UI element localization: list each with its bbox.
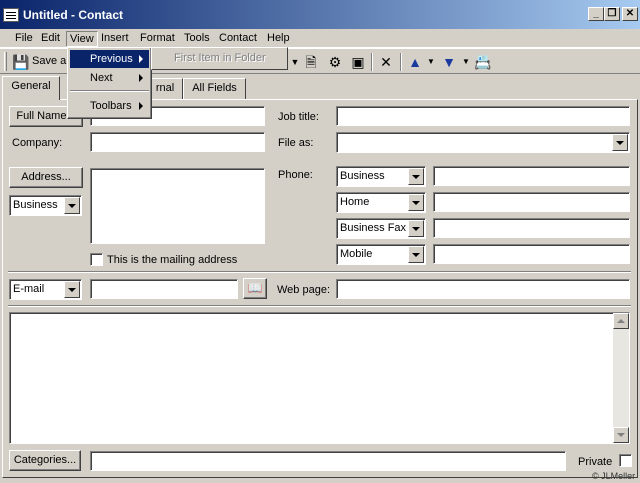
business-phone-field[interactable] bbox=[433, 166, 630, 186]
submenu-arrow-icon bbox=[139, 55, 143, 63]
categories-button[interactable]: Categories... bbox=[9, 450, 81, 471]
private-checkbox[interactable] bbox=[619, 454, 632, 467]
phone-type-value: Business Fax bbox=[340, 222, 407, 234]
phone-type-value: Business bbox=[340, 170, 385, 182]
scroll-down-button[interactable] bbox=[613, 427, 629, 443]
menu-item-toolbars[interactable]: Toolbars bbox=[70, 97, 149, 115]
phone-label: Phone: bbox=[278, 169, 313, 181]
close-button[interactable]: ✕ bbox=[622, 7, 638, 21]
menu-edit[interactable]: Edit bbox=[38, 31, 63, 47]
menu-view[interactable]: View bbox=[66, 31, 98, 47]
save-button[interactable]: Save a bbox=[32, 55, 66, 67]
menu-item-next[interactable]: Next bbox=[70, 69, 149, 87]
restore-button[interactable]: ❐ bbox=[604, 7, 620, 21]
chevron-down-icon[interactable] bbox=[612, 134, 628, 151]
categories-field[interactable] bbox=[90, 451, 566, 471]
address-field[interactable] bbox=[90, 168, 265, 244]
menu-file[interactable]: File bbox=[12, 31, 36, 47]
title-bar[interactable]: Untitled - Contact _ ❐ ✕ bbox=[0, 0, 640, 29]
contact-card-icon bbox=[3, 7, 19, 22]
private-label: Private bbox=[578, 456, 613, 468]
toolbar-separator bbox=[371, 53, 373, 71]
menu-format[interactable]: Format bbox=[137, 31, 178, 47]
email-type-select[interactable]: E-mail bbox=[9, 279, 82, 300]
chevron-down-icon[interactable] bbox=[64, 197, 80, 214]
minimize-button[interactable]: _ bbox=[588, 7, 604, 21]
business-fax-field[interactable] bbox=[433, 218, 630, 238]
phone-type-value: Home bbox=[340, 196, 370, 208]
mobile-phone-field[interactable] bbox=[433, 244, 630, 264]
menu-item-label: Toolbars bbox=[90, 100, 132, 112]
chevron-down-icon[interactable] bbox=[408, 194, 424, 211]
chevron-down-icon[interactable] bbox=[64, 281, 80, 298]
view-menu-dropdown: Previous Next Toolbars bbox=[67, 47, 152, 119]
submenu-arrow-icon bbox=[139, 74, 143, 82]
phone-type-select-2[interactable]: Home bbox=[336, 192, 426, 213]
window-title: Untitled - Contact bbox=[23, 7, 123, 22]
toolbar-separator bbox=[400, 53, 402, 71]
previous-submenu: First Item in Folder bbox=[151, 47, 288, 70]
divider bbox=[8, 271, 631, 273]
web-page-label: Web page: bbox=[277, 284, 331, 296]
next-item-icon[interactable]: ▼ bbox=[440, 53, 458, 71]
notes-field[interactable] bbox=[9, 312, 630, 444]
delete-icon[interactable]: ✕ bbox=[377, 53, 395, 71]
address-book-button[interactable]: 📖 bbox=[243, 278, 267, 299]
menu-item-previous[interactable]: Previous bbox=[70, 50, 149, 68]
address-button[interactable]: Address... bbox=[9, 167, 83, 188]
notes-scrollbar[interactable] bbox=[613, 313, 629, 443]
watermark: © JLMeller bbox=[592, 471, 636, 481]
new-item-icon[interactable]: 🗎 bbox=[302, 53, 320, 71]
address-book-icon: 📖 bbox=[247, 281, 263, 295]
email-field[interactable] bbox=[90, 279, 238, 299]
picture-icon[interactable]: ▣ bbox=[349, 53, 367, 71]
job-title-field[interactable] bbox=[336, 106, 630, 126]
job-title-label: Job title: bbox=[278, 111, 319, 123]
menu-item-label: Next bbox=[90, 72, 113, 84]
company-field[interactable] bbox=[90, 132, 265, 152]
menu-insert[interactable]: Insert bbox=[98, 31, 132, 47]
toolbar-grip[interactable] bbox=[4, 52, 7, 71]
submenu-arrow-icon bbox=[139, 102, 143, 110]
floppy-disk-icon[interactable]: 💾 bbox=[12, 53, 30, 71]
address-type-value: Business bbox=[13, 199, 58, 211]
home-phone-field[interactable] bbox=[433, 192, 630, 212]
tab-journal[interactable]: rnal bbox=[148, 78, 183, 99]
company-label: Company: bbox=[12, 137, 63, 149]
mailing-address-label: This is the mailing address bbox=[107, 254, 238, 266]
options-gear-icon[interactable]: ⚙ bbox=[326, 53, 344, 71]
address-type-select[interactable]: Business bbox=[9, 195, 82, 216]
web-page-field[interactable] bbox=[336, 279, 630, 299]
phone-type-select-4[interactable]: Mobile bbox=[336, 244, 426, 265]
menu-tools[interactable]: Tools bbox=[181, 31, 213, 47]
file-as-label: File as: bbox=[278, 137, 314, 149]
mailing-address-checkbox[interactable] bbox=[90, 253, 103, 266]
menu-item-label: Previous bbox=[90, 53, 133, 65]
tab-general[interactable]: General bbox=[2, 76, 60, 100]
address-book-icon[interactable]: 📇 bbox=[474, 53, 492, 71]
chevron-down-icon[interactable] bbox=[408, 168, 424, 185]
email-type-value: E-mail bbox=[13, 283, 45, 295]
divider bbox=[8, 305, 631, 307]
menu-bar: File Edit View Insert Format Tools Conta… bbox=[0, 29, 640, 48]
chevron-down-icon[interactable] bbox=[408, 220, 424, 237]
menu-item-first-item-in-folder: First Item in Folder bbox=[174, 52, 266, 64]
menu-help[interactable]: Help bbox=[264, 31, 293, 47]
tab-all-fields[interactable]: All Fields bbox=[183, 78, 246, 99]
menu-contact[interactable]: Contact bbox=[216, 31, 260, 47]
phone-type-select-3[interactable]: Business Fax bbox=[336, 218, 426, 239]
chevron-down-icon[interactable] bbox=[408, 246, 424, 263]
phone-type-select-1[interactable]: Business bbox=[336, 166, 426, 187]
chevron-down-icon[interactable]: ▼ bbox=[457, 53, 475, 71]
chevron-down-icon[interactable]: ▼ bbox=[422, 53, 440, 71]
file-as-select[interactable] bbox=[336, 132, 630, 153]
menu-separator bbox=[70, 90, 149, 92]
phone-type-value: Mobile bbox=[340, 248, 373, 260]
scroll-up-button[interactable] bbox=[613, 313, 629, 329]
